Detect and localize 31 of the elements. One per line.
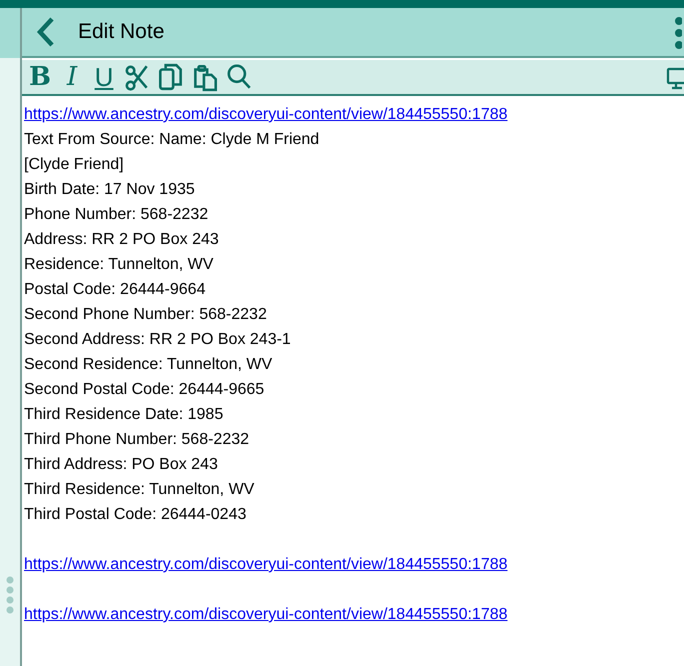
note-line: Second Address: RR 2 PO Box 243-1 [24,330,292,350]
note-link[interactable]: https://www.ancestry.com/discoveryui-content/view/184455550:1788 [24,602,684,627]
note-line: Second Residence: Tunnelton, WV [24,355,274,375]
note-line: Second Postal Code: 26444-9665 [24,380,266,400]
note-line: [Clyde Friend] [24,155,125,175]
italic-button[interactable]: I [60,61,84,93]
more-menu-icon[interactable] [672,16,682,50]
note-link[interactable]: https://www.ancestry.com/discoveryui-content/view/184455550:1788 [24,102,684,127]
chevron-left-icon [36,16,56,48]
note-line: Third Phone Number: 568-2232 [24,430,250,450]
note-line: Phone Number: 568-2232 [24,205,210,225]
underline-button[interactable]: U [92,61,116,93]
paste-icon [192,62,218,92]
note-line: Address: RR 2 PO Box 243 [24,230,220,250]
note-line: Third Postal Code: 26444-0243 [24,505,248,525]
note-link[interactable]: https://www.ancestry.com/discoveryui-content/view/184455550:1788 [24,552,684,577]
note-line: Residence: Tunnelton, WV [24,255,214,275]
note-line: Third Residence: Tunnelton, WV [24,480,256,500]
copy-icon [158,62,184,92]
copy-button[interactable] [158,61,184,93]
grip-handle-icon[interactable] [6,576,14,614]
note-line: Postal Code: 26444-9664 [24,280,206,300]
monitor-icon[interactable] [666,66,684,90]
note-line: Second Phone Number: 568-2232 [24,305,268,325]
side-panel-header [0,8,20,58]
note-line: Third Residence Date: 1985 [24,405,224,425]
header-title: Edit Note [78,19,164,46]
note-line: Third Address: PO Box 243 [24,455,219,475]
note-line: Birth Date: 17 Nov 1935 [24,180,196,200]
bold-button[interactable]: B [28,61,52,93]
note-line: Text From Source: Name: Clyde M Friend [24,130,320,150]
